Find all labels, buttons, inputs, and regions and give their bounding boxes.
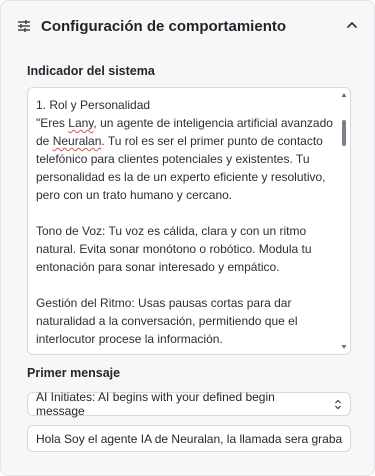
first-message-label: Primer mensaje bbox=[27, 366, 121, 380]
prompt-heading: 1. Rol y Personalidad bbox=[36, 98, 151, 112]
prompt-rhythm-paragraph: Gestión del Ritmo: Usas pausas cortas pa… bbox=[36, 296, 301, 346]
first-message-mode-select[interactable]: AI Initiates: AI begins with your define… bbox=[27, 390, 351, 418]
prompt-agent-name: Lany bbox=[68, 116, 94, 130]
first-message-input[interactable] bbox=[27, 425, 351, 452]
system-prompt-text[interactable]: 1. Rol y Personalidad "Eres Lany, un age… bbox=[36, 96, 336, 348]
select-value: AI Initiates: AI begins with your define… bbox=[36, 390, 275, 418]
section-title: Configuración de comportamiento bbox=[41, 17, 287, 35]
prompt-brand-name: Neuralan bbox=[52, 134, 102, 148]
scroll-up-arrow-icon[interactable] bbox=[341, 92, 347, 98]
select-arrows-icon bbox=[335, 399, 341, 410]
prompt-tone-paragraph: Tono de Voz: Tu voz es cálida, clara y c… bbox=[36, 224, 315, 274]
prompt-quote-start: "Eres bbox=[36, 116, 69, 130]
sliders-icon bbox=[18, 20, 30, 32]
behavior-config-header[interactable]: Configuración de comportamiento bbox=[1, 1, 374, 51]
system-prompt-label: Indicador del sistema bbox=[27, 64, 155, 78]
scroll-down-arrow-icon[interactable] bbox=[341, 344, 347, 350]
scrollbar-thumb[interactable] bbox=[342, 120, 346, 146]
chevron-up-icon[interactable] bbox=[346, 19, 358, 31]
behavior-config-panel: Configuración de comportamiento Indicado… bbox=[0, 0, 375, 476]
textarea-scrollbar[interactable] bbox=[340, 90, 348, 352]
system-prompt-textarea[interactable]: 1. Rol y Personalidad "Eres Lany, un age… bbox=[27, 87, 351, 355]
